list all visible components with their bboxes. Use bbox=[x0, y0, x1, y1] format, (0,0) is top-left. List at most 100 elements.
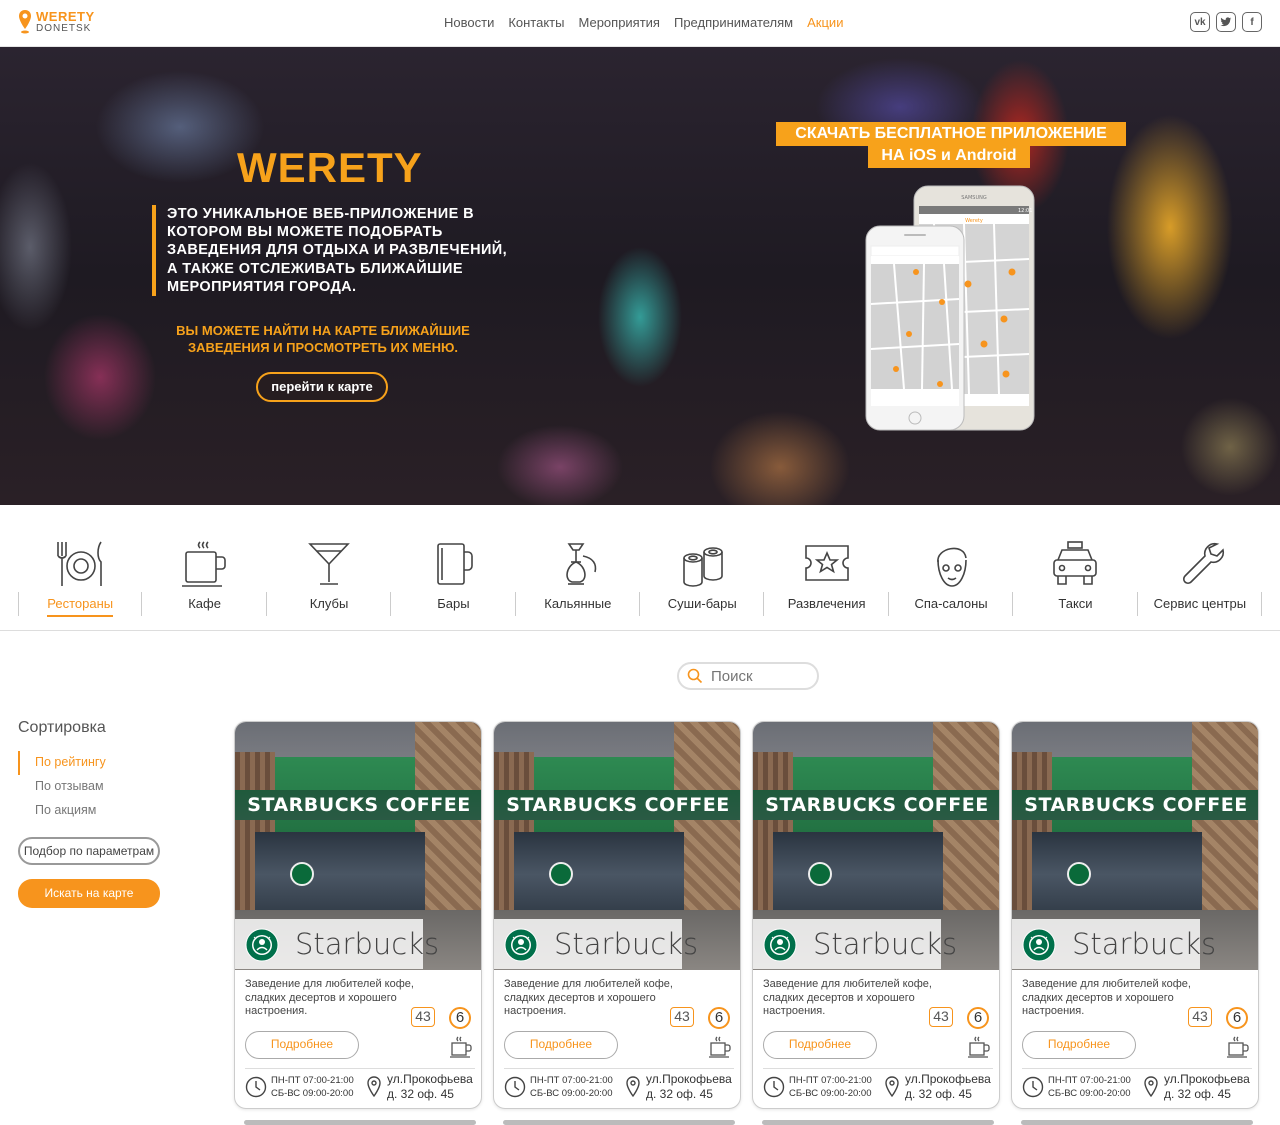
category-label: Спа-салоны bbox=[914, 596, 988, 611]
category-spa[interactable]: Спа-салоны bbox=[889, 540, 1014, 620]
rating-badge: 6 bbox=[708, 1007, 730, 1029]
category-label: Рестораны bbox=[47, 596, 114, 617]
search-on-map-button[interactable]: Искать на карте bbox=[18, 879, 160, 908]
details-button[interactable]: Подробнее bbox=[504, 1031, 618, 1059]
category-hookah[interactable]: Кальянные bbox=[516, 540, 641, 620]
hero-subtitle: Вы можете найти на карте ближайшие завед… bbox=[176, 323, 470, 355]
coffee-cup-icon bbox=[709, 1036, 731, 1058]
opening-hours: ПН-ПТ 07:00-21:00 СБ-ВС 09:00-20:00 bbox=[1048, 1074, 1140, 1100]
venue-info-row: ПН-ПТ 07:00-21:00 СБ-ВС 09:00-20:00 ул.П… bbox=[504, 1068, 734, 1104]
nav-events[interactable]: Мероприятия bbox=[578, 15, 660, 30]
details-button[interactable]: Подробнее bbox=[245, 1031, 359, 1059]
category-sushi[interactable]: Суши-бары bbox=[640, 540, 765, 620]
opening-hours: ПН-ПТ 07:00-21:00 СБ-ВС 09:00-20:00 bbox=[789, 1074, 881, 1100]
review-count[interactable]: 43 bbox=[929, 1007, 953, 1027]
venue-card[interactable]: STARBUCKS COFFEE Starbucks Заведение для… bbox=[234, 721, 482, 1109]
location-pin-icon bbox=[1144, 1075, 1158, 1097]
venue-info-row: ПН-ПТ 07:00-21:00 СБ-ВС 09:00-20:00 ул.П… bbox=[1022, 1068, 1252, 1104]
category-cafes[interactable]: Кафе bbox=[142, 540, 268, 620]
nav-news[interactable]: Новости bbox=[444, 15, 494, 30]
clock-icon bbox=[1022, 1076, 1044, 1097]
hours-weekdays: ПН-ПТ 07:00-21:00 bbox=[530, 1074, 613, 1086]
category-label: Суши-бары bbox=[667, 596, 737, 611]
section-divider bbox=[0, 630, 1280, 631]
category-taxi[interactable]: Такси bbox=[1013, 540, 1139, 620]
hero-title: WERETY bbox=[237, 144, 423, 191]
address-building: д. 32 оф. 45 bbox=[646, 1086, 713, 1101]
venue-name: Starbucks bbox=[813, 927, 958, 961]
category-clubs[interactable]: Клубы bbox=[267, 540, 392, 620]
hero-banner: WERETY Это уникальное веб-приложение в к… bbox=[0, 47, 1280, 505]
nav-contacts[interactable]: Контакты bbox=[508, 15, 564, 30]
next-row-edge bbox=[244, 1120, 476, 1125]
wrench-icon bbox=[1182, 542, 1224, 585]
rating-badge: 6 bbox=[967, 1007, 989, 1029]
category-restaurants[interactable]: Рестораны bbox=[18, 540, 143, 620]
facebook-icon[interactable]: f bbox=[1242, 12, 1262, 32]
vk-icon[interactable]: vk bbox=[1190, 12, 1210, 32]
hours-weekdays: ПН-ПТ 07:00-21:00 bbox=[271, 1074, 354, 1086]
category-service-centers[interactable]: Сервис центры bbox=[1138, 540, 1263, 620]
address-street: ул.Прокофьева bbox=[905, 1071, 991, 1086]
opening-hours: ПН-ПТ 07:00-21:00 СБ-ВС 09:00-20:00 bbox=[530, 1074, 622, 1100]
beer-mug-icon bbox=[437, 543, 474, 585]
taxi-icon bbox=[1053, 541, 1098, 585]
hours-weekend: СБ-ВС 09:00-20:00 bbox=[271, 1087, 354, 1099]
starbucks-logo-icon bbox=[1022, 928, 1056, 962]
address-building: д. 32 оф. 45 bbox=[387, 1086, 454, 1101]
venue-info-row: ПН-ПТ 07:00-21:00 СБ-ВС 09:00-20:00 ул.П… bbox=[763, 1068, 993, 1104]
category-label: Развлечения bbox=[787, 596, 866, 611]
hours-weekdays: ПН-ПТ 07:00-21:00 bbox=[1048, 1074, 1131, 1086]
review-count[interactable]: 43 bbox=[1188, 1007, 1212, 1027]
hours-weekend: СБ-ВС 09:00-20:00 bbox=[1048, 1087, 1131, 1099]
starbucks-logo-icon bbox=[504, 928, 538, 962]
nav-entrepreneurs[interactable]: Предпринимателям bbox=[674, 15, 793, 30]
category-label: Кальянные bbox=[544, 596, 612, 611]
coffee-cup-icon bbox=[1227, 1036, 1249, 1058]
sort-by-reviews[interactable]: По отзывам bbox=[18, 775, 168, 799]
storefront-sign: STARBUCKS COFFEE bbox=[753, 790, 999, 820]
coffee-cup-icon bbox=[181, 541, 226, 587]
twitter-icon[interactable] bbox=[1216, 12, 1236, 32]
category-entertainment[interactable]: Развлечения bbox=[764, 540, 890, 620]
address-building: д. 32 оф. 45 bbox=[905, 1086, 972, 1101]
hookah-icon bbox=[566, 543, 597, 585]
hero-description: Это уникальное веб-приложение в котором … bbox=[152, 205, 512, 297]
venue-info-row: ПН-ПТ 07:00-21:00 СБ-ВС 09:00-20:00 ул.П… bbox=[245, 1068, 475, 1104]
location-pin-icon bbox=[367, 1075, 381, 1097]
map-pin-icon bbox=[19, 10, 31, 34]
search-input[interactable] bbox=[711, 667, 811, 685]
location-pin-icon bbox=[626, 1075, 640, 1097]
storefront-sign: STARBUCKS COFFEE bbox=[494, 790, 740, 820]
download-banner-line2[interactable]: НА iOS и Android bbox=[868, 144, 1030, 168]
hours-weekend: СБ-ВС 09:00-20:00 bbox=[530, 1087, 613, 1099]
storefront-sign: STARBUCKS COFFEE bbox=[235, 790, 481, 820]
sort-by-promotions[interactable]: По акциям bbox=[18, 799, 168, 823]
site-header: WERETY DONETSK Новости Контакты Мероприя… bbox=[0, 0, 1280, 47]
social-links: vk f bbox=[1190, 12, 1262, 32]
details-button[interactable]: Подробнее bbox=[763, 1031, 877, 1059]
go-to-map-button[interactable]: перейти к карте bbox=[256, 372, 388, 402]
category-bars[interactable]: Бары bbox=[391, 540, 517, 620]
restaurant-icon bbox=[57, 541, 103, 586]
venue-card[interactable]: STARBUCKS COFFEE Starbucks Заведение для… bbox=[752, 721, 1000, 1109]
address-street: ул.Прокофьева bbox=[646, 1071, 732, 1086]
nav-promotions[interactable]: Акции bbox=[807, 15, 843, 30]
search-box[interactable] bbox=[677, 662, 819, 690]
sushi-icon bbox=[683, 547, 724, 587]
hours-weekdays: ПН-ПТ 07:00-21:00 bbox=[789, 1074, 872, 1086]
review-count[interactable]: 43 bbox=[670, 1007, 694, 1027]
download-banner-line1[interactable]: СКАЧАТЬ БЕСПЛАТНОЕ ПРИЛОЖЕНИЕ bbox=[776, 122, 1126, 146]
review-count[interactable]: 43 bbox=[411, 1007, 435, 1027]
ticket-star-icon bbox=[804, 545, 849, 581]
sort-title: Сортировка bbox=[18, 719, 106, 736]
starbucks-logo-icon bbox=[245, 928, 279, 962]
details-button[interactable]: Подробнее bbox=[1022, 1031, 1136, 1059]
venue-card[interactable]: STARBUCKS COFFEE Starbucks Заведение для… bbox=[1011, 721, 1259, 1109]
sort-by-rating[interactable]: По рейтингу bbox=[18, 751, 168, 775]
logo[interactable]: WERETY DONETSK bbox=[18, 9, 95, 35]
venue-card[interactable]: STARBUCKS COFFEE Starbucks Заведение для… bbox=[493, 721, 741, 1109]
clock-icon bbox=[763, 1076, 785, 1097]
phone-brand: SAMSUNG bbox=[961, 195, 987, 201]
filter-params-button[interactable]: Подбор по параметрам bbox=[18, 837, 160, 865]
